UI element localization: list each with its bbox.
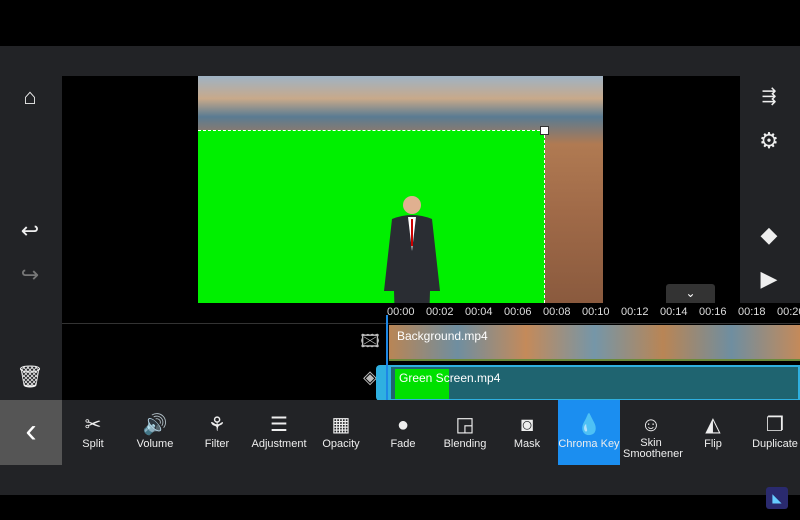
timeline[interactable]: 00:00 00:02 00:04 00:06 00:08 00:10 00:1… — [62, 303, 800, 401]
tool-label: Adjustment — [251, 438, 307, 450]
ruler-tick: 00:14 — [660, 306, 688, 318]
opacity-icon: ▦ — [331, 414, 351, 436]
tool-chroma-key[interactable]: 💧 Chroma Key — [558, 400, 620, 465]
filter-icon: ⚘ — [208, 414, 226, 436]
resize-handle[interactable] — [540, 126, 549, 135]
tool-label: Filter — [204, 438, 230, 450]
tool-skin-smoothener[interactable]: ☺ Skin Smoothener — [620, 400, 683, 465]
tool-opacity[interactable]: ▦ Opacity — [310, 400, 372, 465]
tool-duplicate[interactable]: ❐ Duplicate — [744, 400, 800, 465]
tool-label: Flip — [704, 438, 722, 450]
playhead[interactable] — [386, 315, 388, 400]
gear-icon[interactable]: ⚙ — [749, 128, 789, 154]
tool-label: Blending — [443, 438, 487, 450]
redo-icon[interactable]: ↪ — [10, 262, 50, 288]
keyframe-diamond-icon[interactable]: ◆ — [749, 222, 789, 248]
fade-icon: ● — [396, 414, 410, 436]
adjustment-icon: ☰ — [270, 414, 288, 436]
ruler-tick: 00:08 — [543, 306, 571, 318]
green-screen-layer[interactable] — [198, 130, 545, 358]
background-video — [198, 76, 603, 358]
skin-smoothener-icon: ☺ — [640, 414, 662, 436]
edit-toolbar: ‹ ✂ Split 🔊 Volume ⚘ Filter ☰ Adjustment ▦ Opacit… — [0, 400, 800, 465]
tool-split[interactable]: ✂ Split — [62, 400, 124, 465]
ruler-tick: 00:12 — [621, 306, 649, 318]
video-preview[interactable] — [62, 76, 740, 358]
app-window: ⌂ ↩ ↪ 🗑 ⇶ ⚙ ◆ ▶ ⌄ 00:00 00:02 00:04 00:0… — [0, 46, 800, 495]
tool-label: Opacity — [322, 438, 360, 450]
track-label: Background.mp4 — [397, 329, 488, 343]
split-icon: ✂ — [84, 414, 102, 436]
ruler-tick: 00:02 — [426, 306, 454, 318]
volume-icon: 🔊 — [142, 414, 168, 436]
ruler-tick: 00:18 — [738, 306, 766, 318]
home-icon[interactable]: ⌂ — [10, 84, 50, 110]
tool-flip[interactable]: ◭ Flip — [682, 400, 744, 465]
flip-icon: ◭ — [705, 414, 721, 436]
tool-label: Volume — [136, 438, 174, 450]
tool-fade[interactable]: ● Fade — [372, 400, 434, 465]
left-sidebar: ⌂ ↩ ↪ 🗑 — [0, 46, 62, 400]
ruler-tick: 00:10 — [582, 306, 610, 318]
blending-icon: ◲ — [455, 414, 475, 436]
undo-icon[interactable]: ↩ — [10, 218, 50, 244]
collapse-preview-button[interactable]: ⌄ — [666, 284, 715, 303]
track-label: Green Screen.mp4 — [399, 371, 501, 385]
chroma-key-icon: 💧 — [576, 414, 602, 436]
time-ruler[interactable]: 00:00 00:02 00:04 00:06 00:08 00:10 00:1… — [387, 303, 800, 323]
ruler-tick: 00:04 — [465, 306, 493, 318]
trash-icon[interactable]: 🗑 — [10, 364, 50, 390]
track-background[interactable]: Background.mp4 — [389, 325, 800, 361]
tool-volume[interactable]: 🔊 Volume — [124, 400, 186, 465]
app-logo: ◣ — [766, 487, 788, 509]
tool-filter[interactable]: ⚘ Filter — [186, 400, 248, 465]
ruler-tick: 00:00 — [387, 306, 415, 318]
tool-blending[interactable]: ◲ Blending — [434, 400, 496, 465]
tool-label: Chroma Key — [558, 438, 620, 450]
tool-label: Fade — [390, 438, 416, 450]
tool-adjustment[interactable]: ☰ Adjustment — [248, 400, 310, 465]
right-sidebar: ⇶ ⚙ ◆ ▶ — [740, 46, 800, 303]
duplicate-icon: ❐ — [766, 414, 784, 436]
image-layer-icon: 🖾 — [360, 331, 380, 351]
ruler-tick: 00:20 — [777, 306, 800, 318]
ruler-tick: 00:06 — [504, 306, 532, 318]
tool-label: Mask — [513, 438, 541, 450]
tool-label: Split — [82, 438, 104, 450]
chevron-left-icon: ‹ — [25, 412, 37, 450]
tool-label: Duplicate — [752, 438, 798, 450]
tool-mask[interactable]: ◙ Mask — [496, 400, 558, 465]
tool-label: Skin Smoothener — [623, 437, 683, 460]
mask-icon: ◙ — [520, 414, 534, 436]
ruler-tick: 00:16 — [699, 306, 727, 318]
track-green-screen[interactable]: Green Screen.mp4 — [389, 365, 800, 401]
back-button[interactable]: ‹ — [0, 400, 62, 465]
export-icon[interactable]: ⇶ — [749, 86, 789, 107]
play-icon[interactable]: ▶ — [749, 266, 789, 292]
